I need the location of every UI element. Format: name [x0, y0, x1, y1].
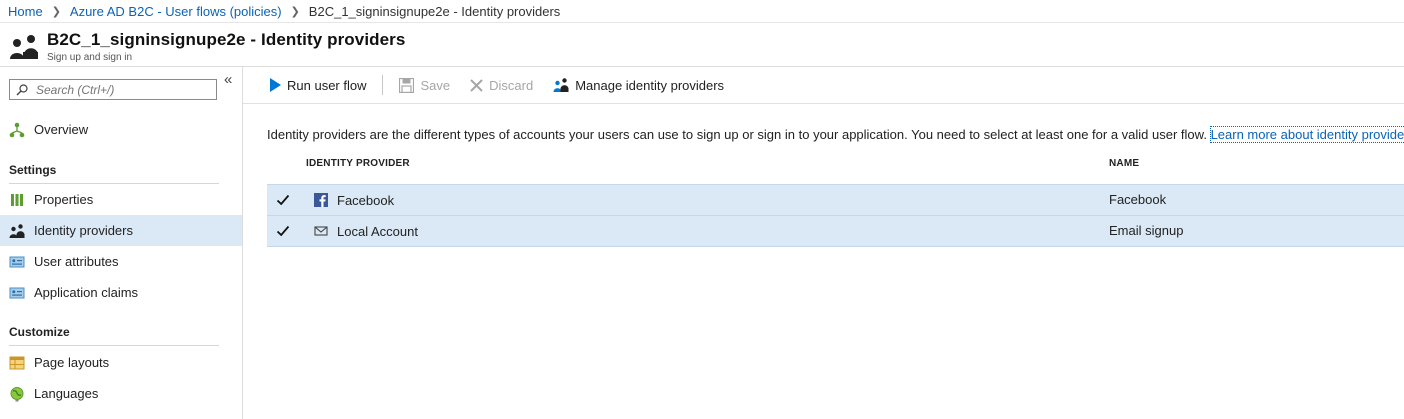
- left-nav: « Overview Settings Properties: [0, 67, 243, 419]
- checkmark-icon[interactable]: [276, 193, 290, 207]
- breadcrumb: Home ❯ Azure AD B2C - User flows (polici…: [0, 0, 1404, 23]
- manage-identity-providers-icon: [553, 78, 569, 92]
- page-header: B2C_1_signinsignupe2e - Identity provide…: [0, 24, 1404, 67]
- nav-item-label: Overview: [34, 122, 89, 137]
- collapse-nav-icon[interactable]: «: [224, 71, 232, 88]
- nav-item-page-layouts[interactable]: Page layouts: [0, 347, 242, 378]
- learn-more-link[interactable]: Learn more about identity providers.: [1209, 126, 1404, 143]
- section-header-customize: Customize: [9, 325, 219, 346]
- breadcrumb-current: B2C_1_signinsignupe2e - Identity provide…: [308, 3, 561, 19]
- provider-display-name: Email signup: [1109, 223, 1184, 238]
- identity-providers-table: Facebook Facebook Local Account Email si…: [267, 184, 1404, 247]
- column-header-name: NAME: [1109, 158, 1140, 169]
- identity-providers-logo-icon: [10, 35, 38, 59]
- nav-item-label: Application claims: [34, 285, 139, 300]
- nav-item-identity-providers[interactable]: Identity providers: [0, 215, 242, 246]
- section-header-settings: Settings: [9, 163, 219, 184]
- globe-icon: [9, 386, 25, 402]
- nav-item-label: Properties: [34, 192, 94, 207]
- nav-item-languages[interactable]: Languages: [0, 378, 242, 409]
- provider-name: Facebook: [337, 193, 395, 208]
- save-button[interactable]: Save: [399, 67, 450, 103]
- search-box[interactable]: [9, 79, 217, 100]
- nav-item-label: Page layouts: [34, 355, 110, 370]
- page-title: B2C_1_signinsignupe2e - Identity provide…: [47, 30, 406, 49]
- manage-identity-providers-label: Manage identity providers: [575, 77, 725, 93]
- page-layouts-icon: [9, 355, 25, 371]
- facebook-icon: [314, 193, 328, 207]
- provider-display-name: Facebook: [1109, 192, 1167, 207]
- command-bar: Run user flow Save Discard Manage identi…: [243, 67, 1404, 104]
- overview-icon: [9, 122, 25, 138]
- table-row[interactable]: Local Account Email signup: [267, 215, 1404, 247]
- chevron-right-icon: ❯: [51, 5, 61, 18]
- nav-item-label: Languages: [34, 386, 99, 401]
- user-attributes-icon: [9, 254, 25, 270]
- intro-description: Identity providers are the different typ…: [267, 127, 1207, 142]
- intro-text: Identity providers are the different typ…: [267, 126, 1404, 143]
- table-row[interactable]: Facebook Facebook: [267, 184, 1404, 215]
- search-icon: [16, 83, 28, 95]
- nav-item-label: Identity providers: [34, 223, 133, 238]
- nav-item-application-claims[interactable]: Application claims: [0, 277, 242, 308]
- column-header-identity-provider: IDENTITY PROVIDER: [306, 158, 410, 169]
- nav-item-user-attributes[interactable]: User attributes: [0, 246, 242, 277]
- breadcrumb-home-link[interactable]: Home: [8, 4, 43, 19]
- nav-item-overview[interactable]: Overview: [0, 114, 242, 145]
- mail-icon: [314, 226, 328, 236]
- save-icon: [399, 77, 415, 93]
- toolbar-divider: [382, 75, 384, 95]
- run-user-flow-button[interactable]: Run user flow: [269, 67, 366, 103]
- nav-item-label: User attributes: [34, 254, 119, 269]
- manage-identity-providers-button[interactable]: Manage identity providers: [553, 67, 724, 103]
- run-user-flow-label: Run user flow: [287, 77, 367, 93]
- chevron-right-icon: ❯: [290, 5, 300, 18]
- properties-icon: [9, 192, 25, 208]
- discard-button[interactable]: Discard: [470, 67, 533, 103]
- application-claims-icon: [9, 285, 25, 301]
- identity-providers-icon: [9, 223, 25, 239]
- search-input[interactable]: [34, 81, 208, 98]
- play-icon: [270, 78, 281, 92]
- breadcrumb-userflows-link[interactable]: Azure AD B2C - User flows (policies): [70, 4, 282, 19]
- close-icon: [470, 78, 483, 92]
- page-subtitle: Sign up and sign in: [47, 52, 133, 63]
- save-label: Save: [420, 77, 451, 93]
- discard-label: Discard: [489, 77, 534, 93]
- checkmark-icon[interactable]: [276, 224, 290, 238]
- nav-item-properties[interactable]: Properties: [0, 184, 242, 215]
- provider-name: Local Account: [337, 224, 418, 239]
